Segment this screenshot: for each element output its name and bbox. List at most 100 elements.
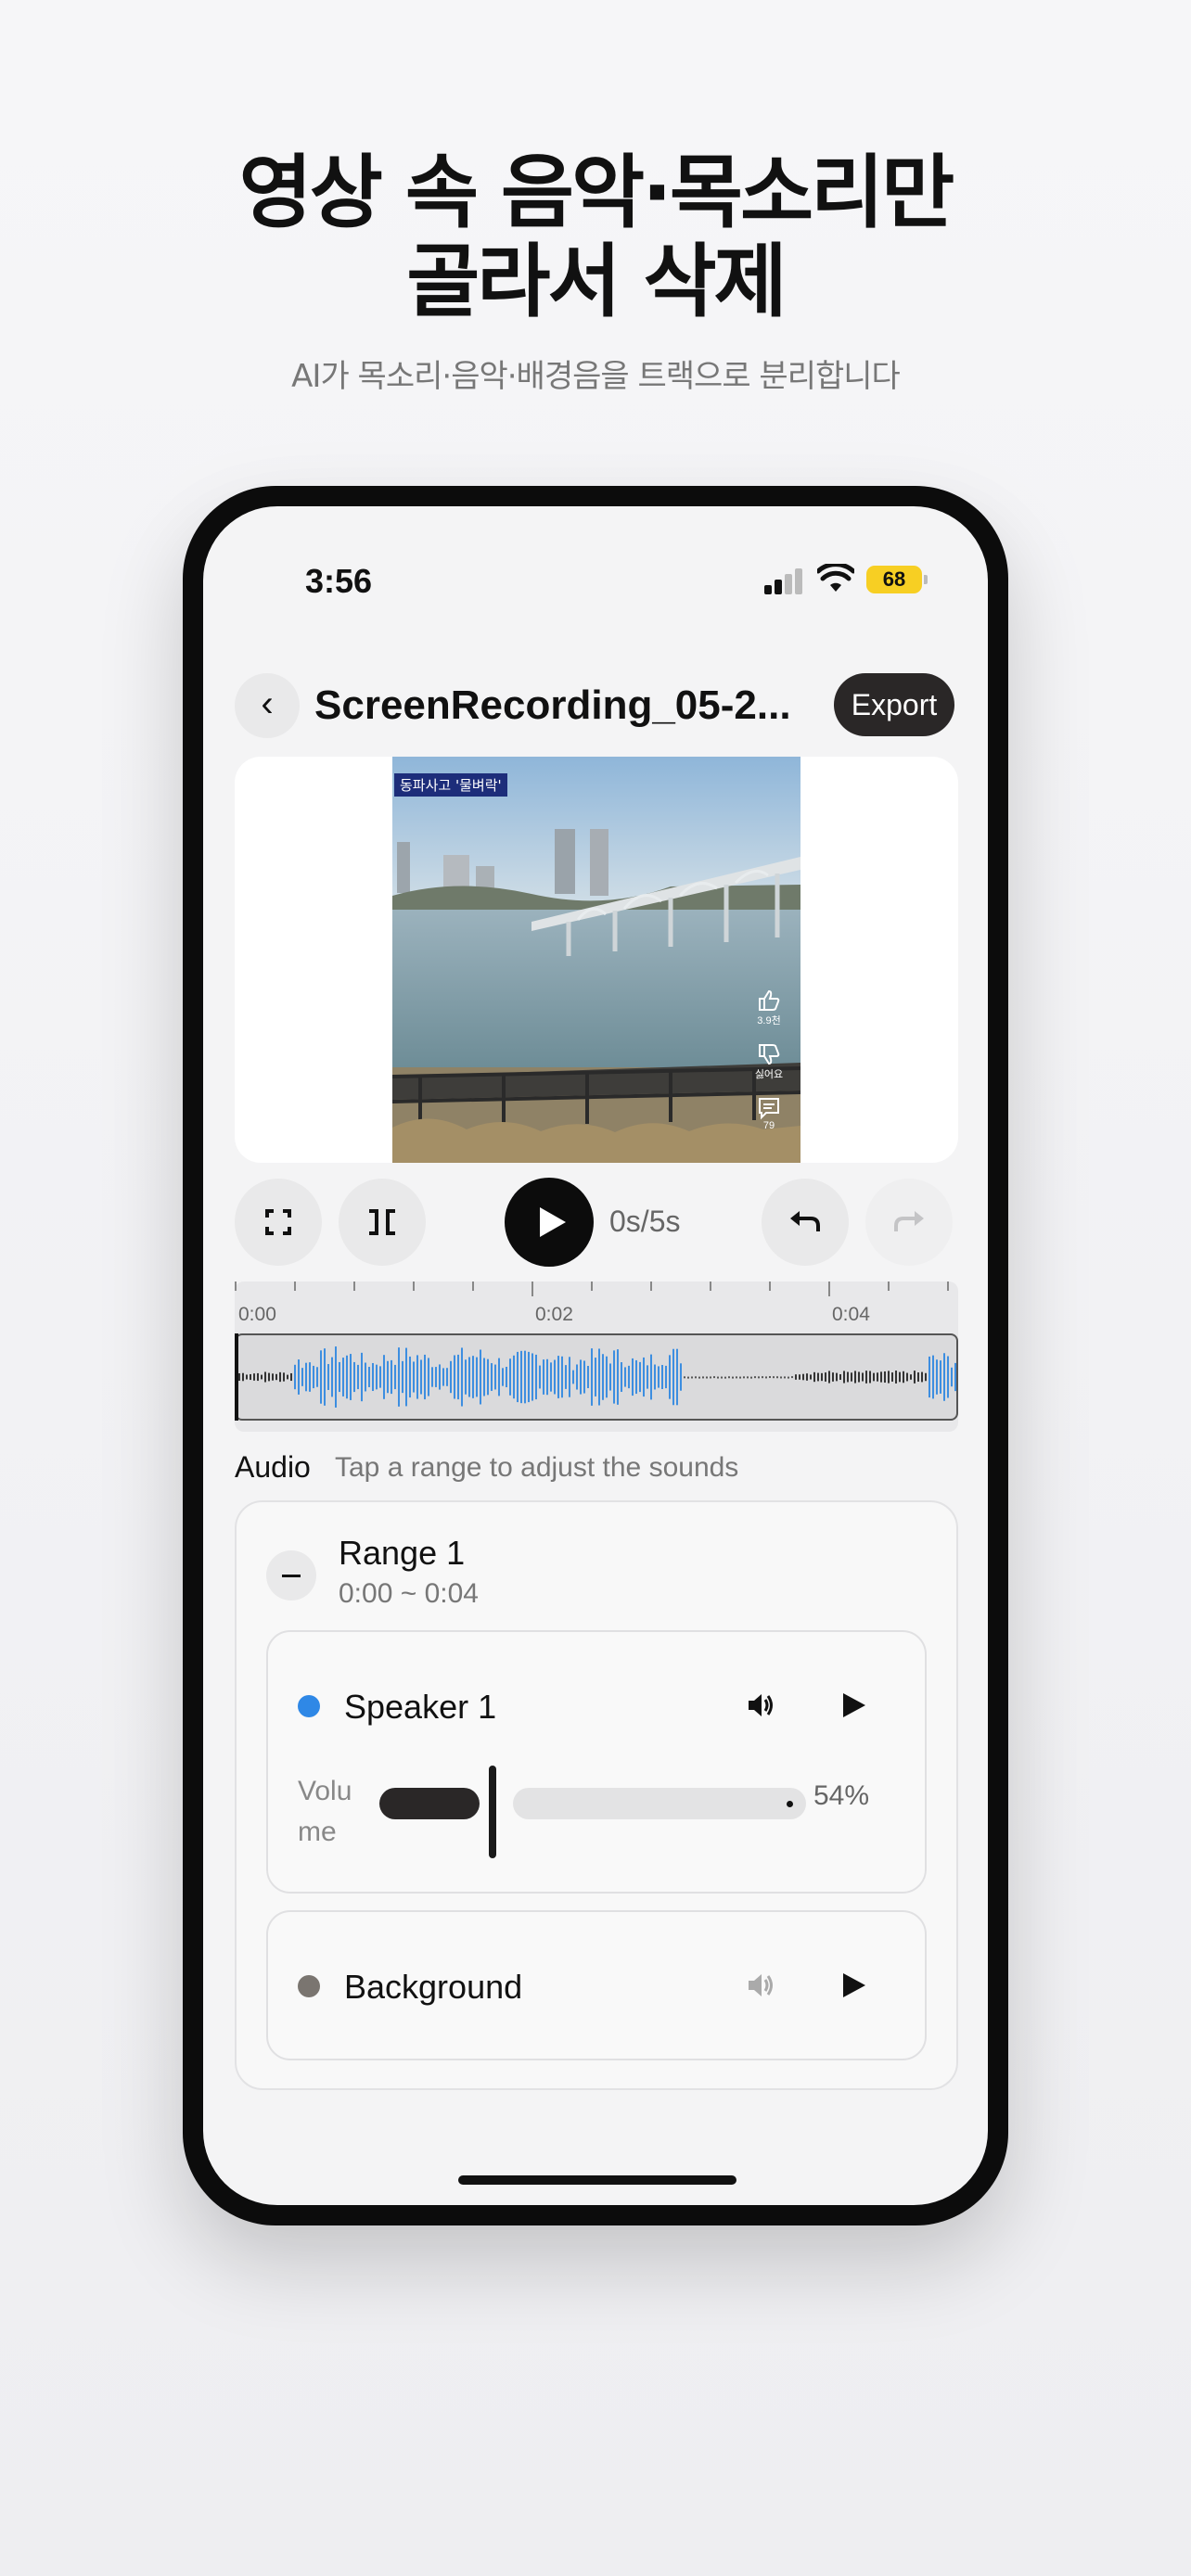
volume-slider-track — [513, 1788, 806, 1819]
waveform-bar — [669, 1355, 671, 1399]
playhead[interactable] — [235, 1333, 238, 1421]
waveform-bar — [301, 1368, 303, 1386]
waveform-bar — [454, 1355, 455, 1399]
waveform-bar — [268, 1372, 270, 1382]
waveform-bar — [684, 1376, 685, 1379]
waveform-bar — [391, 1359, 392, 1395]
waveform-bar — [776, 1376, 778, 1379]
range-card[interactable]: Range 1 0:00 ~ 0:04 Speaker 1 Volu me 54… — [235, 1500, 958, 2090]
volume-muted-icon[interactable] — [745, 1970, 776, 2001]
range-title: Range 1 — [339, 1534, 466, 1572]
waveform-bar — [517, 1351, 519, 1403]
waveform-bar — [316, 1367, 318, 1387]
video-preview[interactable]: 동파사고 '물벼락' 3.9천 싫어요 79 — [235, 757, 958, 1163]
play-icon — [540, 1207, 566, 1237]
undo-button[interactable] — [762, 1179, 849, 1266]
play-button[interactable] — [505, 1178, 594, 1267]
like-action: 3.9천 — [750, 988, 788, 1027]
waveform-bar — [506, 1366, 507, 1388]
waveform-bar — [854, 1371, 856, 1384]
waveform-bar — [691, 1376, 693, 1379]
redo-button[interactable] — [865, 1179, 953, 1266]
waveform-bar — [446, 1368, 448, 1386]
waveform-bar — [888, 1371, 890, 1384]
play-track-icon[interactable] — [839, 1691, 867, 1719]
back-button[interactable]: ‹ — [235, 673, 300, 738]
waveform-bar — [350, 1354, 352, 1400]
waveform-bar — [398, 1347, 400, 1407]
waveform-bar — [758, 1376, 760, 1379]
waveform-bar — [402, 1360, 403, 1394]
timeline-label-start: 0:00 — [238, 1304, 276, 1325]
waveform-bar — [494, 1364, 496, 1390]
waveform-bar — [817, 1372, 819, 1382]
waveform-bar — [309, 1362, 311, 1392]
track-card-background[interactable]: Background — [266, 1910, 927, 2060]
waveform-bar — [847, 1371, 849, 1383]
waveform-bar — [780, 1376, 782, 1379]
waveform-bar — [416, 1355, 418, 1399]
waveform-bar — [795, 1374, 797, 1380]
waveform-bar — [305, 1362, 307, 1392]
phone-screen: 3:56 68 ‹ ScreenRecording_05-2... Export — [203, 506, 988, 2205]
volume-label: Volu me — [298, 1776, 352, 1847]
waveform-bar — [921, 1371, 923, 1383]
waveform-bar — [906, 1372, 908, 1382]
waveform-bar — [739, 1376, 741, 1379]
volume-icon[interactable] — [745, 1690, 776, 1721]
export-button[interactable]: Export — [834, 673, 954, 736]
waveform-bar — [773, 1376, 775, 1379]
waveform-bar — [747, 1376, 749, 1379]
waveform-bar — [606, 1356, 608, 1398]
waveform-bar — [680, 1363, 682, 1391]
waveform-bar — [880, 1371, 882, 1383]
track-card-speaker[interactable]: Speaker 1 Volu me 54% — [266, 1630, 927, 1894]
waveform-bar — [576, 1364, 578, 1390]
waveform-bar — [531, 1353, 533, 1401]
collapse-range-button[interactable] — [266, 1550, 316, 1600]
waveform-bar — [609, 1363, 611, 1391]
marketing-headline: 영상 속 음악·목소리만 골라서 삭제 — [0, 148, 1191, 326]
waveform-bar — [279, 1371, 281, 1383]
home-indicator[interactable] — [458, 2175, 736, 2185]
waveform-bar — [442, 1368, 444, 1386]
waveform-bar — [821, 1372, 823, 1382]
timeline-tick — [413, 1282, 415, 1291]
waveform-bar — [561, 1356, 563, 1398]
waveform-bar — [791, 1376, 793, 1379]
waveform-bar — [346, 1355, 348, 1399]
waveform-bar — [903, 1371, 904, 1384]
waveform-bar — [431, 1367, 433, 1387]
status-time: 3:56 — [305, 562, 373, 600]
audio-waveform[interactable] — [235, 1333, 958, 1421]
waveform-bar — [394, 1364, 396, 1390]
waveform-bar — [810, 1374, 812, 1380]
waveform-bar — [695, 1376, 697, 1379]
waveform-bar — [287, 1374, 288, 1380]
volume-slider[interactable] — [379, 1766, 806, 1858]
waveform-bar — [658, 1366, 660, 1388]
waveform-bar — [654, 1364, 656, 1390]
volume-slider-thumb[interactable] — [489, 1766, 496, 1858]
fullscreen-button[interactable] — [235, 1179, 322, 1266]
waveform-bar — [357, 1364, 359, 1390]
waveform-bar — [635, 1359, 637, 1395]
waveform-bar — [732, 1376, 734, 1379]
waveform-bar — [713, 1376, 715, 1379]
waveform-bar — [361, 1352, 363, 1402]
timeline[interactable]: 0:00 0:02 0:04 — [235, 1282, 958, 1432]
waveform-bar — [595, 1358, 596, 1396]
waveform-bar — [639, 1361, 641, 1393]
waveform-bar — [294, 1364, 296, 1390]
comment-action: 79 — [750, 1096, 788, 1131]
waveform-bar — [546, 1358, 548, 1396]
waveform-bar — [621, 1362, 622, 1392]
waveform-bar — [242, 1372, 244, 1382]
comment-icon — [759, 1098, 779, 1120]
split-button[interactable] — [339, 1179, 426, 1266]
timeline-tick — [235, 1282, 237, 1291]
timeline-tick — [888, 1282, 890, 1291]
play-track-icon[interactable] — [839, 1971, 867, 1999]
waveform-bar — [520, 1350, 522, 1404]
waveform-bar — [428, 1358, 429, 1396]
